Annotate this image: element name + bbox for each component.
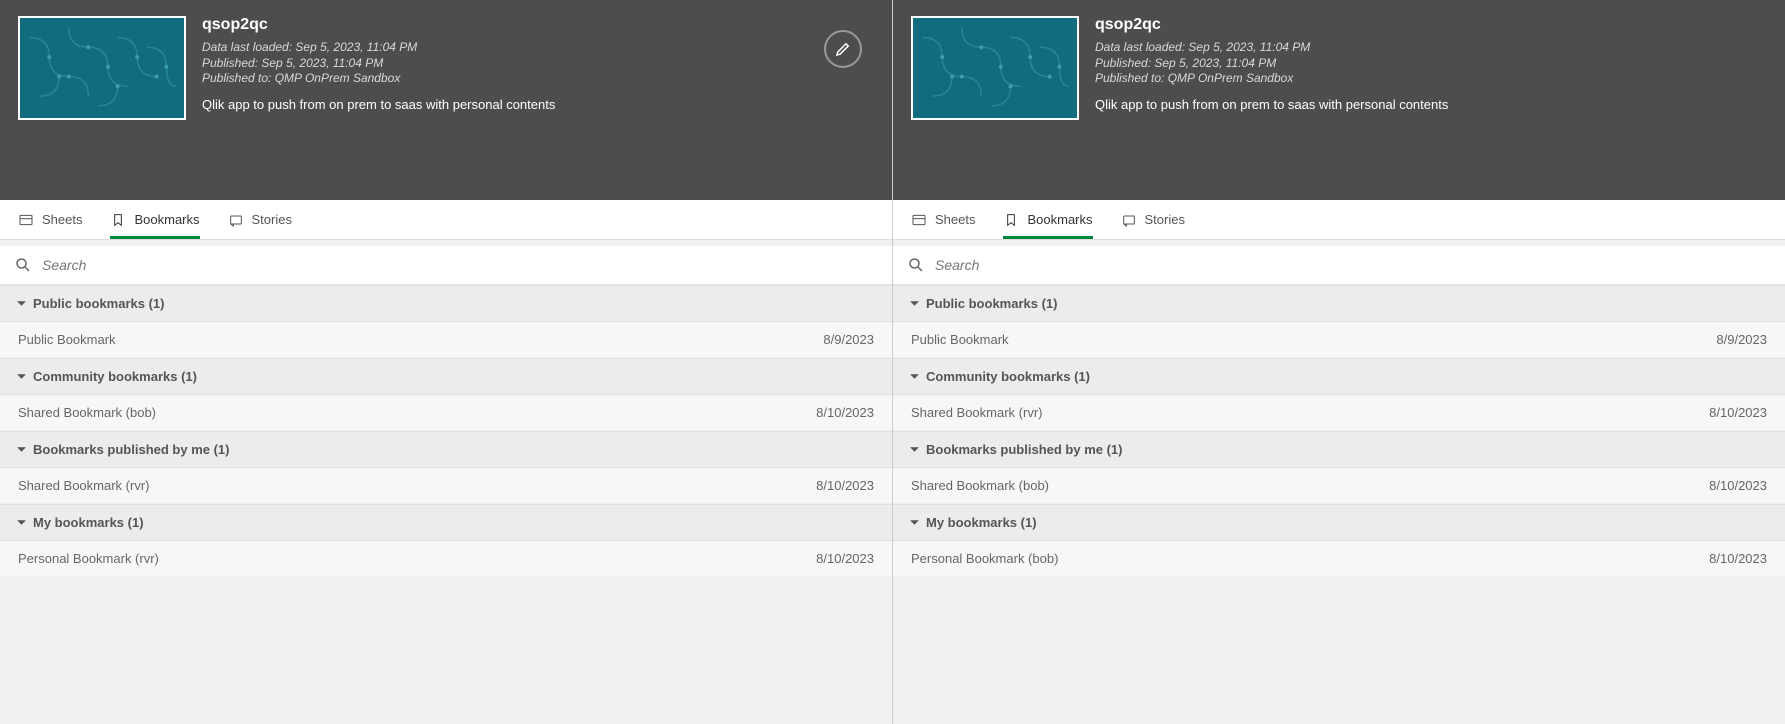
chevron-down-icon <box>16 298 27 309</box>
bookmark-date: 8/10/2023 <box>1709 551 1767 566</box>
app-title: qsop2qc <box>1095 16 1767 34</box>
tab-label: Stories <box>252 212 292 227</box>
bookmark-date: 8/9/2023 <box>823 332 874 347</box>
app-description: Qlik app to push from on prem to saas wi… <box>1095 97 1767 112</box>
bookmark-row[interactable]: Public Bookmark 8/9/2023 <box>893 322 1785 358</box>
bookmark-name: Shared Bookmark (rvr) <box>18 478 149 493</box>
app-thumbnail <box>911 16 1079 120</box>
tabs: Sheets Bookmarks Stories <box>893 200 1785 240</box>
app-thumbnail <box>18 16 186 120</box>
bookmark-name: Public Bookmark <box>18 332 116 347</box>
search-icon <box>14 256 32 274</box>
section-title: Public bookmarks (1) <box>33 296 164 311</box>
section-title: My bookmarks (1) <box>33 515 144 530</box>
tab-label: Sheets <box>42 212 82 227</box>
search-input[interactable] <box>935 252 1771 278</box>
app-panel: qsop2qc Data last loaded: Sep 5, 2023, 1… <box>0 0 893 724</box>
bookmark-date: 8/10/2023 <box>816 551 874 566</box>
meta-published: Published: Sep 5, 2023, 11:04 PM <box>202 56 874 72</box>
meta-loaded: Data last loaded: Sep 5, 2023, 11:04 PM <box>1095 40 1767 56</box>
bookmark-name: Shared Bookmark (bob) <box>911 478 1049 493</box>
bookmark-name: Shared Bookmark (bob) <box>18 405 156 420</box>
chevron-down-icon <box>16 371 27 382</box>
section-title: Public bookmarks (1) <box>926 296 1057 311</box>
edit-button[interactable] <box>824 30 862 68</box>
section-title: Community bookmarks (1) <box>33 369 197 384</box>
meta-published: Published: Sep 5, 2023, 11:04 PM <box>1095 56 1767 72</box>
bookmark-row[interactable]: Personal Bookmark (rvr) 8/10/2023 <box>0 541 892 577</box>
bookmark-date: 8/10/2023 <box>1709 405 1767 420</box>
bookmark-row[interactable]: Shared Bookmark (rvr) 8/10/2023 <box>0 468 892 504</box>
bookmark-name: Public Bookmark <box>911 332 1009 347</box>
chevron-down-icon <box>16 444 27 455</box>
section-header[interactable]: Bookmarks published by me (1) <box>893 431 1785 468</box>
section-header[interactable]: My bookmarks (1) <box>893 504 1785 541</box>
section-title: Community bookmarks (1) <box>926 369 1090 384</box>
meta-loaded: Data last loaded: Sep 5, 2023, 11:04 PM <box>202 40 874 56</box>
meta-published-to: Published to: QMP OnPrem Sandbox <box>1095 71 1767 87</box>
tab-label: Stories <box>1145 212 1185 227</box>
section-header[interactable]: Public bookmarks (1) <box>0 285 892 322</box>
tab-sheets[interactable]: Sheets <box>911 200 975 239</box>
tab-bookmarks[interactable]: Bookmarks <box>110 200 199 239</box>
section-title: Bookmarks published by me (1) <box>33 442 230 457</box>
search-bar <box>893 246 1785 285</box>
tab-sheets[interactable]: Sheets <box>18 200 82 239</box>
chevron-down-icon <box>909 298 920 309</box>
bookmark-icon <box>1003 212 1019 228</box>
tab-label: Bookmarks <box>1027 212 1092 227</box>
bookmark-name: Personal Bookmark (bob) <box>911 551 1058 566</box>
chevron-down-icon <box>909 517 920 528</box>
bookmark-icon <box>110 212 126 228</box>
chevron-down-icon <box>16 517 27 528</box>
section-header[interactable]: Community bookmarks (1) <box>893 358 1785 395</box>
bookmark-row[interactable]: Shared Bookmark (bob) 8/10/2023 <box>0 395 892 431</box>
app-panel: qsop2qc Data last loaded: Sep 5, 2023, 1… <box>893 0 1785 724</box>
bookmark-name: Personal Bookmark (rvr) <box>18 551 159 566</box>
bookmark-row[interactable]: Personal Bookmark (bob) 8/10/2023 <box>893 541 1785 577</box>
section-header[interactable]: Community bookmarks (1) <box>0 358 892 395</box>
pencil-icon <box>834 40 852 58</box>
tab-label: Bookmarks <box>134 212 199 227</box>
app-title: qsop2qc <box>202 16 874 34</box>
section-title: Bookmarks published by me (1) <box>926 442 1123 457</box>
bookmark-date: 8/10/2023 <box>816 478 874 493</box>
bookmark-row[interactable]: Shared Bookmark (rvr) 8/10/2023 <box>893 395 1785 431</box>
app-header: qsop2qc Data last loaded: Sep 5, 2023, 1… <box>893 0 1785 200</box>
bookmark-date: 8/9/2023 <box>1716 332 1767 347</box>
tab-label: Sheets <box>935 212 975 227</box>
bookmark-row[interactable]: Shared Bookmark (bob) 8/10/2023 <box>893 468 1785 504</box>
app-header: qsop2qc Data last loaded: Sep 5, 2023, 1… <box>0 0 892 200</box>
sheets-icon <box>18 212 34 228</box>
section-header[interactable]: Bookmarks published by me (1) <box>0 431 892 468</box>
chevron-down-icon <box>909 444 920 455</box>
app-description: Qlik app to push from on prem to saas wi… <box>202 97 874 112</box>
stories-icon <box>1121 212 1137 228</box>
bookmark-date: 8/10/2023 <box>1709 478 1767 493</box>
meta-published-to: Published to: QMP OnPrem Sandbox <box>202 71 874 87</box>
stories-icon <box>228 212 244 228</box>
section-header[interactable]: Public bookmarks (1) <box>893 285 1785 322</box>
tabs: Sheets Bookmarks Stories <box>0 200 892 240</box>
bookmark-date: 8/10/2023 <box>816 405 874 420</box>
section-header[interactable]: My bookmarks (1) <box>0 504 892 541</box>
search-input[interactable] <box>42 252 878 278</box>
bookmark-list: Public bookmarks (1) Public Bookmark 8/9… <box>893 285 1785 724</box>
tab-stories[interactable]: Stories <box>228 200 292 239</box>
search-bar <box>0 246 892 285</box>
bookmark-list: Public bookmarks (1) Public Bookmark 8/9… <box>0 285 892 724</box>
bookmark-name: Shared Bookmark (rvr) <box>911 405 1042 420</box>
app-meta: qsop2qc Data last loaded: Sep 5, 2023, 1… <box>1095 16 1767 140</box>
app-meta: qsop2qc Data last loaded: Sep 5, 2023, 1… <box>202 16 874 140</box>
chevron-down-icon <box>909 371 920 382</box>
tab-stories[interactable]: Stories <box>1121 200 1185 239</box>
sheets-icon <box>911 212 927 228</box>
tab-bookmarks[interactable]: Bookmarks <box>1003 200 1092 239</box>
bookmark-row[interactable]: Public Bookmark 8/9/2023 <box>0 322 892 358</box>
section-title: My bookmarks (1) <box>926 515 1037 530</box>
search-icon <box>907 256 925 274</box>
